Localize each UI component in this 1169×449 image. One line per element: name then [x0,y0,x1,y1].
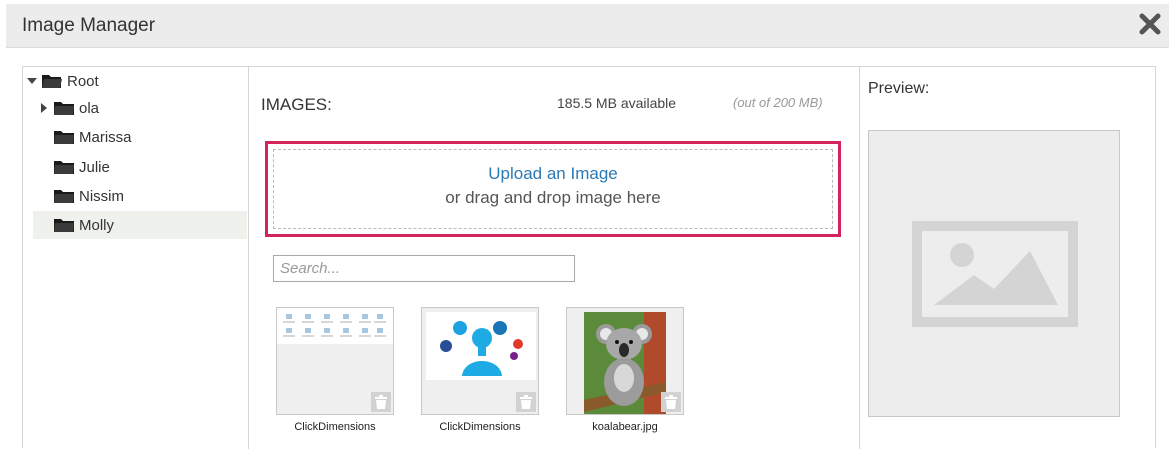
tree-item-julie[interactable]: Julie [53,153,110,181]
thumbnail-caption: koalabear.jpg [592,421,658,433]
tree-item-label: Nissim [79,187,124,205]
tree-item-nissim[interactable]: Nissim [53,182,124,210]
image-thumbnail-2[interactable] [421,307,539,415]
dialog-title: Image Manager [22,15,156,36]
upload-dropzone[interactable]: Upload an Image or drag and drop image h… [265,141,841,237]
image-placeholder-icon [912,221,1078,327]
folder-icon [54,131,74,144]
thumbnail-image [426,312,536,380]
close-button[interactable] [1137,11,1163,37]
delete-image-button[interactable] [516,392,536,412]
preview-box [868,130,1120,417]
storage-available: 185.5 MB available [557,95,677,111]
thumbnail-caption: ClickDimensions [439,421,521,433]
thumbnail-image [277,308,393,344]
dialog-titlebar: Image Manager [6,4,1169,48]
folder-tree: Root ola Marissa Julie Nissim Molly [23,67,249,449]
tree-item-marissa[interactable]: Marissa [53,123,132,151]
search-input[interactable] [273,255,575,282]
caret-right-icon[interactable] [39,103,49,113]
close-x-icon [1139,13,1161,35]
folder-icon [54,161,74,174]
tree-item-root[interactable]: Root [27,67,99,95]
images-heading: IMAGES: [261,95,332,114]
tree-item-label: Root [67,72,99,90]
folder-open-icon [42,75,62,88]
tree-item-ola[interactable]: ola [39,94,99,122]
caret-down-icon[interactable] [27,76,37,86]
thumbnail-caption: ClickDimensions [294,421,376,433]
tree-item-label: Molly [79,216,115,234]
drag-drop-hint: or drag and drop image here [445,188,661,207]
image-thumbnail-1[interactable] [276,307,394,415]
images-area: IMAGES: 185.5 MB available (out of 200 M… [249,67,859,449]
trash-icon [375,395,387,409]
folder-icon [54,190,74,203]
tree-item-label: Julie [79,158,110,176]
tree-item-label: ola [79,99,100,117]
delete-image-button[interactable] [371,392,391,412]
image-manager-panel: Root ola Marissa Julie Nissim Molly IMAG… [22,66,1157,449]
delete-image-button[interactable] [661,392,681,412]
left-edge [0,0,6,448]
folder-icon [54,219,74,232]
upload-image-link[interactable]: Upload an Image [274,164,832,184]
trash-icon [665,395,677,409]
storage-total: (out of 200 MB) [733,95,823,110]
trash-icon [520,395,532,409]
dropzone-inner[interactable]: Upload an Image or drag and drop image h… [273,149,833,229]
image-thumbnail-3[interactable] [566,307,684,415]
koala-photo [584,312,666,414]
folder-icon [54,102,74,115]
preview-pane: Preview: [859,67,1157,449]
tree-item-label: Marissa [79,128,132,146]
preview-heading: Preview: [868,80,930,97]
tree-item-molly[interactable]: Molly [33,211,247,239]
